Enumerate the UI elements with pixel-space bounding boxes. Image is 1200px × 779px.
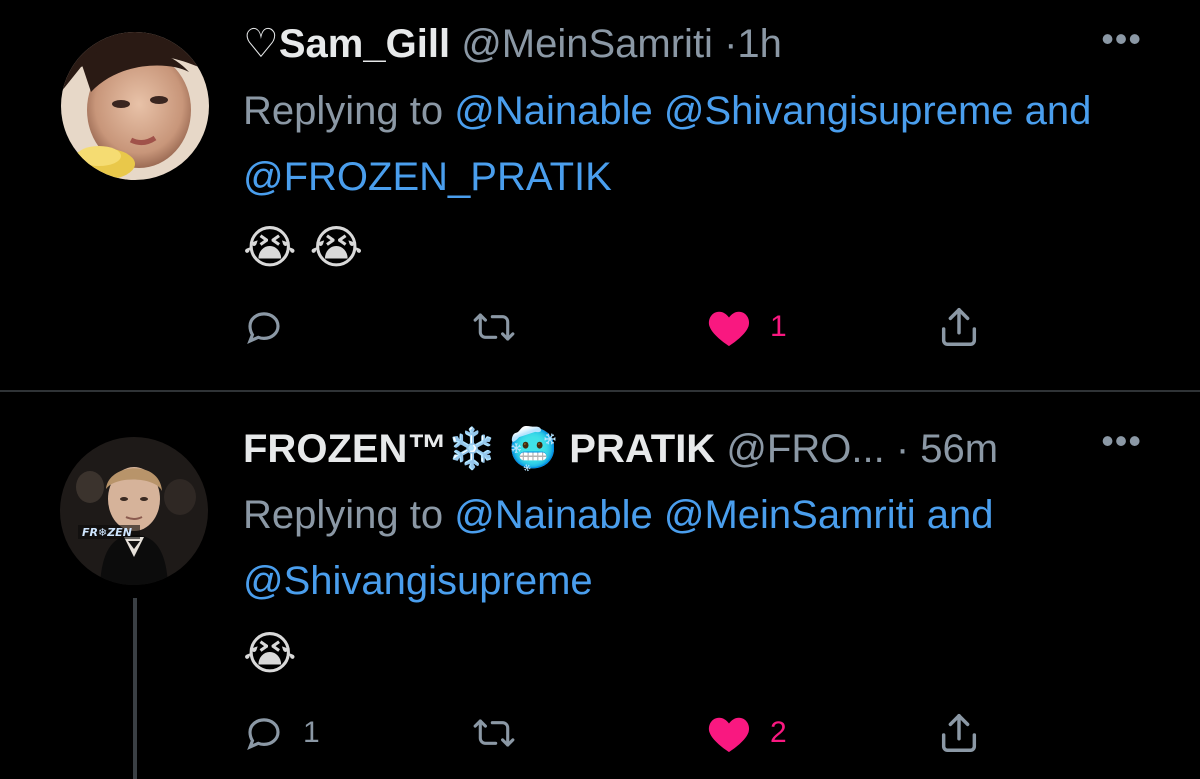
replying-to-label: Replying to xyxy=(243,89,444,133)
retweet-button[interactable] xyxy=(470,712,536,754)
mention-link[interactable]: @MeinSamriti xyxy=(664,493,916,537)
separator: · xyxy=(895,427,910,471)
mention-link[interactable]: @Shivangisupreme xyxy=(243,559,593,603)
tweet-header: ♡Sam_Gill @MeinSamriti ·1h xyxy=(243,21,782,67)
like-count: 2 xyxy=(770,716,787,749)
mention-link[interactable]: @FROZEN_PRATIK xyxy=(243,155,612,199)
share-button[interactable] xyxy=(936,710,982,756)
retweet-button[interactable] xyxy=(470,306,536,348)
tweet-actions: 1 2 xyxy=(0,702,1200,762)
timestamp[interactable]: 1h xyxy=(737,22,782,66)
mention-link[interactable]: @Shivangisupreme xyxy=(664,89,1014,133)
retweet-icon xyxy=(473,719,515,747)
like-button[interactable]: 1 xyxy=(706,306,787,348)
mention-link[interactable]: @Nainable xyxy=(454,89,653,133)
share-icon xyxy=(941,714,977,752)
svg-text:FR❄ZEN: FR❄ZEN xyxy=(82,526,132,539)
tweet[interactable]: FR❄ZEN FROZEN™❄️ 🥶 PRATIK @FRO... · 56m … xyxy=(0,392,1200,779)
reply-button[interactable] xyxy=(243,306,303,348)
tweet-body: 😭 xyxy=(243,627,297,679)
mention-connector: and xyxy=(1024,89,1092,133)
reply-button[interactable]: 1 xyxy=(243,712,320,754)
tweet-actions: 1 xyxy=(0,296,1200,356)
tweet[interactable]: ♡Sam_Gill @MeinSamriti ·1h ••• Replying … xyxy=(0,0,1200,390)
share-icon xyxy=(941,308,977,346)
tweet-header: FROZEN™❄️ 🥶 PRATIK @FRO... · 56m xyxy=(243,425,998,472)
handle[interactable]: @FRO... xyxy=(726,427,884,471)
mention-link[interactable]: @Nainable xyxy=(454,493,653,537)
replying-to: Replying to @Nainable @Shivangisupreme a… xyxy=(243,78,1173,210)
reply-icon xyxy=(247,718,280,751)
retweet-icon xyxy=(473,313,515,341)
mention-connector: and xyxy=(926,493,994,537)
like-button[interactable]: 2 xyxy=(706,712,787,754)
heart-icon xyxy=(708,717,750,753)
share-button[interactable] xyxy=(936,304,982,350)
avatar[interactable] xyxy=(61,32,209,180)
display-name[interactable]: ♡Sam_Gill xyxy=(243,22,450,66)
more-icon[interactable]: ••• xyxy=(1101,18,1142,60)
heart-icon xyxy=(708,311,750,347)
like-count: 1 xyxy=(770,310,787,343)
timestamp[interactable]: 56m xyxy=(920,427,998,471)
more-icon[interactable]: ••• xyxy=(1101,420,1142,462)
reply-count: 1 xyxy=(303,716,320,749)
tweet-body: 😭 😭 xyxy=(243,221,364,273)
handle[interactable]: @MeinSamriti xyxy=(461,22,713,66)
display-name[interactable]: FROZEN™❄️ 🥶 PRATIK xyxy=(243,427,715,471)
avatar[interactable]: FR❄ZEN xyxy=(60,437,208,585)
replying-to-label: Replying to xyxy=(243,493,444,537)
reply-icon xyxy=(247,312,280,345)
separator: · xyxy=(724,22,738,66)
replying-to: Replying to @Nainable @MeinSamriti and @… xyxy=(243,482,1173,614)
